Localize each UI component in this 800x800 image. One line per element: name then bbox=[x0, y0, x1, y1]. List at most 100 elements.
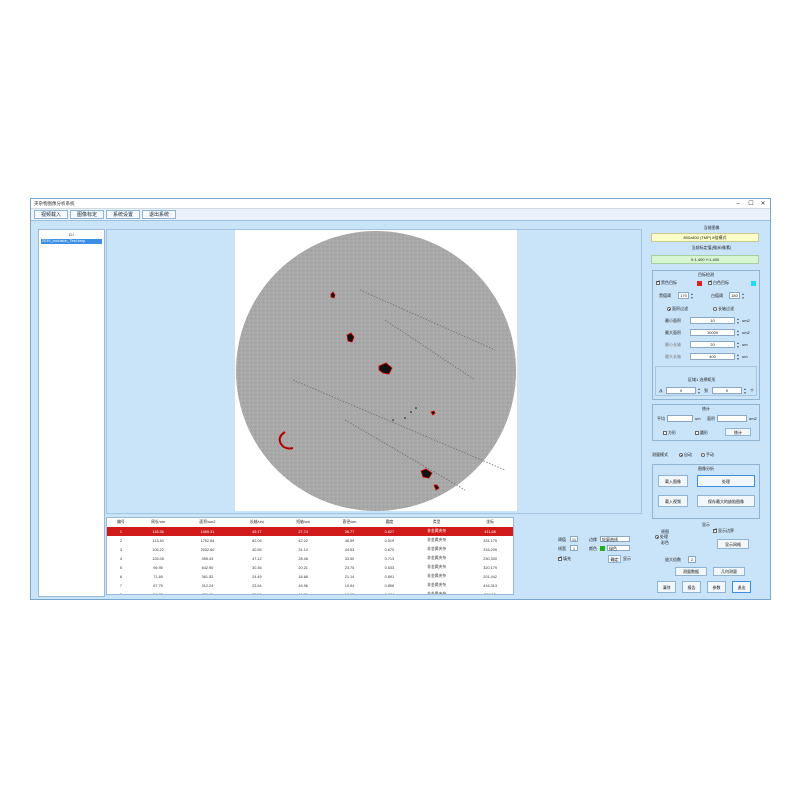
table-cell: 36.77 bbox=[326, 527, 373, 536]
range-from-input[interactable]: 0 bbox=[666, 387, 696, 394]
table-cell: 4 bbox=[119, 556, 122, 561]
col-minor-axis[interactable]: 短轴/um bbox=[280, 518, 326, 527]
auto-radio[interactable]: 自动 bbox=[679, 452, 692, 458]
col-id[interactable]: 编号 bbox=[107, 518, 135, 527]
menu-exit[interactable]: 退出系统 bbox=[142, 210, 176, 219]
min-len-spinner[interactable]: ▲ ▼ bbox=[736, 341, 740, 349]
maximize-icon[interactable]: ☐ bbox=[745, 199, 757, 209]
table-cell: 非金属夹杂 bbox=[427, 592, 447, 595]
minimize-icon[interactable]: – bbox=[732, 199, 744, 209]
report-button[interactable]: 报告 bbox=[682, 581, 701, 593]
table-row[interactable]: 5 96.95 642.90 30.36 20.21 23.75 0.633 非金属夹杂 320… bbox=[107, 563, 513, 572]
image-viewport[interactable] bbox=[106, 229, 642, 514]
fill-checkbox[interactable]: 填充 bbox=[558, 555, 571, 562]
table-cell: 71.69 bbox=[153, 574, 163, 579]
table-row[interactable]: 1 118.36 1069.31 49.17 27.74 36.77 0.627 非金属夹杂 4… bbox=[107, 527, 513, 536]
table-row[interactable]: 4 126.05 395.43 47.12 28.08 33.50 0.713 非金属夹杂 23… bbox=[107, 554, 513, 563]
color-select[interactable]: 绿色 bbox=[607, 545, 630, 551]
color-radio-label: 彩色 bbox=[661, 540, 669, 545]
length-filter-radio[interactable]: 长轴过滤 bbox=[713, 306, 734, 312]
min-len-label: 最小长轴 bbox=[665, 342, 681, 347]
square-checkbox[interactable]: 方形 bbox=[663, 430, 676, 436]
display-boundary-check-icon bbox=[713, 527, 718, 533]
results-table[interactable]: 编号 周长/um 面积/um2 长轴/um 短轴/um 直径/um 圆度 类型 … bbox=[106, 517, 514, 595]
width-input[interactable]: 1 bbox=[570, 545, 578, 551]
table-cell: 96.95 bbox=[153, 565, 163, 570]
table-cell: 0.627 bbox=[372, 527, 407, 536]
process-button[interactable]: 处理 bbox=[697, 475, 755, 487]
table-cell: 47.12 bbox=[252, 556, 262, 561]
file-list[interactable]: D:\ 2019_Inclusion_Test.bmp bbox=[38, 229, 105, 597]
table-cell: 0.891 bbox=[384, 574, 395, 579]
display-label: 显示 bbox=[623, 556, 631, 561]
exit-button[interactable]: 退出 bbox=[732, 581, 751, 593]
light-target-label: 白色目标 bbox=[713, 280, 729, 285]
col-roundness[interactable]: 圆度 bbox=[373, 518, 406, 527]
dark-thresh-input[interactable]: 170 bbox=[678, 292, 689, 299]
table-row[interactable]: 2 113.40 1752.84 62.04 42.22 46.59 0.519 非金属夹杂 3… bbox=[107, 536, 513, 545]
table-row[interactable]: 6 71.69 361.52 24.49 18.68 21.14 0.891 非金属夹杂 201… bbox=[107, 572, 513, 581]
file-list-item[interactable]: 2019_Inclusion_Test.bmp bbox=[41, 239, 102, 244]
col-perimeter[interactable]: 周长/um bbox=[135, 518, 181, 527]
image-canvas[interactable] bbox=[235, 230, 517, 511]
col-major-axis[interactable]: 长轴/um bbox=[234, 518, 280, 527]
range-to-input[interactable]: 0 bbox=[712, 387, 742, 394]
clear-button[interactable]: 清除 bbox=[657, 581, 676, 593]
measure-data-button[interactable]: 测量数据 bbox=[675, 567, 707, 576]
light-thresh-spinner[interactable]: ▲ ▼ bbox=[741, 292, 745, 300]
range-from-spinner[interactable]: ▲ ▼ bbox=[697, 387, 701, 395]
max-area-input[interactable]: 10000 bbox=[690, 329, 735, 336]
analysis-title: 图像分析 bbox=[698, 466, 714, 471]
col-area[interactable]: 面积/um2 bbox=[181, 518, 233, 527]
table-row[interactable]: 8 58.83 279.69 27.58 11.70 18.87 0.624 非金属夹杂 368… bbox=[107, 590, 513, 595]
range-to-spinner[interactable]: ▲ ▼ bbox=[743, 387, 747, 395]
zoom-input[interactable]: 2 bbox=[688, 556, 696, 563]
dark-color-swatch[interactable] bbox=[697, 281, 702, 286]
max-area-label: 最大面积 bbox=[665, 330, 681, 335]
load-image-button[interactable]: 载入图像 bbox=[658, 475, 688, 487]
min-len-input[interactable]: 20 bbox=[690, 341, 735, 348]
load-video-button[interactable]: 载入视频 bbox=[658, 495, 688, 507]
mode-select[interactable]: 轮廓曲线 bbox=[600, 536, 630, 542]
dark-target-checkbox[interactable]: 黑色目标 bbox=[656, 279, 677, 286]
calibration-display: X:1.400 Y:1.400 bbox=[651, 255, 759, 264]
table-row[interactable]: 3 105.22 2032.60 40.55 31.14 44.53 0.670 非金属夹杂 3… bbox=[107, 545, 513, 554]
params-button[interactable]: 参数 bbox=[707, 581, 726, 593]
stats-button[interactable]: 统计 bbox=[725, 428, 751, 436]
table-cell: 19.94 bbox=[344, 583, 355, 588]
save-max-defect-button[interactable]: 保存最大的缺陷图像 bbox=[697, 495, 755, 507]
round-checkbox[interactable]: 圆形 bbox=[695, 430, 708, 436]
table-cell: 0.624 bbox=[384, 592, 395, 595]
menu-video-load[interactable]: 视频载入 bbox=[34, 210, 68, 219]
col-coord[interactable]: 坐标 bbox=[467, 518, 513, 527]
min-area-input[interactable]: 10 bbox=[690, 317, 735, 324]
col-type[interactable]: 类型 bbox=[406, 518, 467, 527]
processed-label: 处理 bbox=[660, 534, 668, 539]
light-target-checkbox[interactable]: 白色目标 bbox=[708, 279, 729, 286]
dark-thresh-spinner[interactable]: ▲ ▼ bbox=[690, 292, 694, 300]
light-thresh-input[interactable]: 180 bbox=[729, 292, 740, 299]
close-icon[interactable]: ✕ bbox=[757, 199, 769, 209]
menu-calibration[interactable]: 图像标定 bbox=[70, 210, 104, 219]
table-cell: 18.87 bbox=[344, 592, 355, 595]
table-cell: 230,300 bbox=[483, 556, 497, 561]
stats-title: 统计 bbox=[702, 406, 710, 411]
col-diameter[interactable]: 直径/um bbox=[326, 518, 372, 527]
show-grid-button[interactable]: 显示网格 bbox=[717, 539, 749, 549]
table-cell: 40.55 bbox=[252, 547, 262, 552]
min-area-spinner[interactable]: ▲ ▼ bbox=[736, 317, 740, 325]
manual-radio[interactable]: 手动 bbox=[701, 452, 714, 458]
menu-settings[interactable]: 系统设置 bbox=[106, 210, 140, 219]
confirm-button[interactable]: 确定 bbox=[608, 555, 621, 563]
max-len-spinner[interactable]: ▲ ▼ bbox=[736, 353, 740, 361]
table-cell: 2 bbox=[119, 538, 122, 543]
table-cell: 非金属夹杂 bbox=[427, 574, 447, 578]
geometry-measure-button[interactable]: 几何测量 bbox=[713, 567, 745, 576]
area-filter-radio[interactable]: 面积过滤 bbox=[667, 306, 688, 312]
table-row[interactable]: 7 67.75 312.24 23.54 16.96 19.94 0.856 非金属夹杂 416… bbox=[107, 581, 513, 590]
max-area-spinner[interactable]: ▲ ▼ bbox=[736, 329, 740, 337]
light-color-swatch[interactable] bbox=[751, 281, 756, 286]
max-len-input[interactable]: 400 bbox=[690, 353, 735, 360]
thresh-input[interactable]: 11 bbox=[570, 536, 578, 542]
display-boundary-checkbox[interactable]: 显示边界 bbox=[713, 527, 734, 534]
